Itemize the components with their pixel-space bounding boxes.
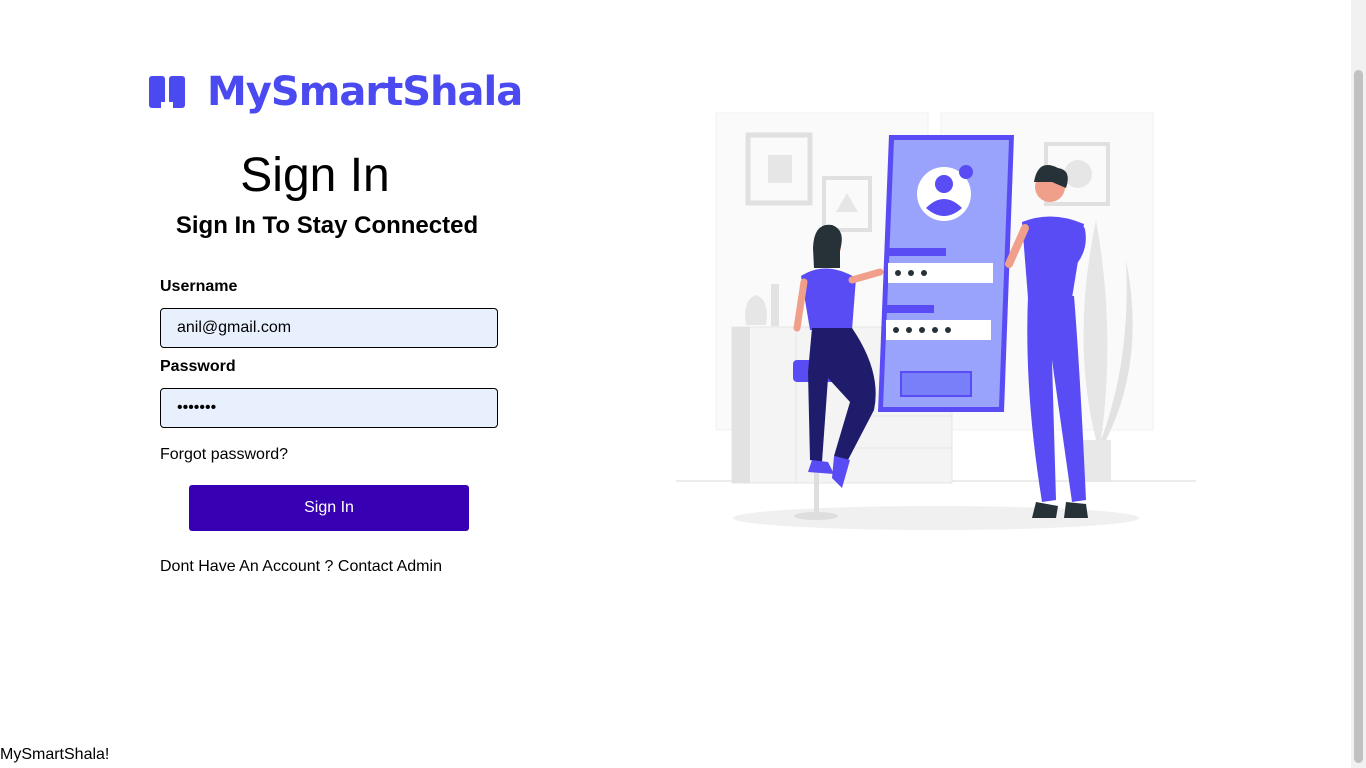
username-label: Username <box>160 278 238 295</box>
login-page: MySmartShala Sign In Sign In To Stay Con… <box>0 0 1366 768</box>
book-logo-icon <box>149 76 185 108</box>
account-prompt: Dont Have An Account ? Contact Admin <box>160 558 442 576</box>
sign-in-button[interactable]: Sign In <box>189 485 469 531</box>
vertical-scrollbar[interactable] <box>1351 0 1366 768</box>
login-illustration <box>676 112 1196 530</box>
page-title: Sign In <box>240 149 390 202</box>
password-input[interactable] <box>160 388 498 428</box>
password-label: Password <box>160 358 236 375</box>
brand-name: MySmartShala <box>207 69 523 115</box>
account-prompt-text: Dont Have An Account ? <box>160 558 334 575</box>
forgot-password-link[interactable]: Forgot password? <box>160 446 288 464</box>
scrollbar-thumb[interactable] <box>1354 70 1363 763</box>
contact-admin-link[interactable]: Contact Admin <box>338 558 442 575</box>
footer-text: MySmartShala! <box>0 746 110 763</box>
page-subtitle: Sign In To Stay Connected <box>175 212 479 239</box>
brand-logo: MySmartShala <box>145 66 523 118</box>
username-input[interactable] <box>160 308 498 348</box>
